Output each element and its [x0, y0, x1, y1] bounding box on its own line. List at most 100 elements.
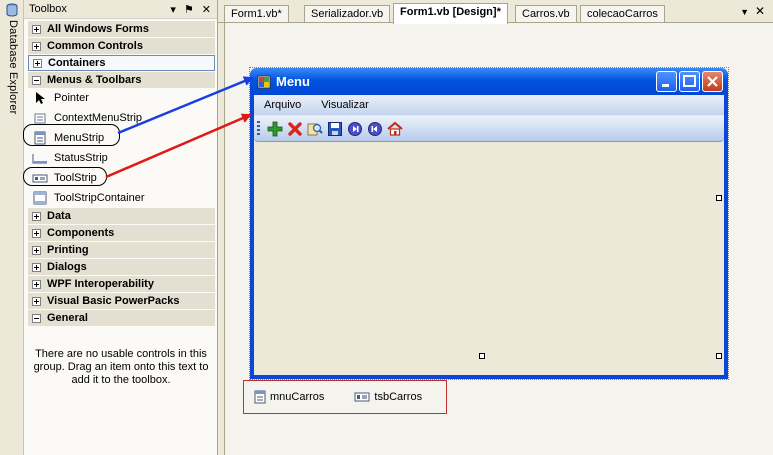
- category-label: Menus & Toolbars: [47, 74, 142, 86]
- expand-plus-icon[interactable]: [32, 262, 41, 272]
- home-icon: [387, 121, 403, 136]
- tab-carros-vb[interactable]: Carros.vb: [515, 5, 577, 23]
- category-wpf-interoperability[interactable]: WPF Interoperability: [28, 276, 215, 292]
- category-menus-toolbars[interactable]: Menus & Toolbars: [28, 72, 215, 88]
- tool-strip[interactable]: [254, 116, 724, 142]
- menustrip-highlight-ring: [23, 124, 120, 146]
- toolstrip-icon: [354, 392, 370, 402]
- category-label: Visual Basic PowerPacks: [47, 295, 180, 307]
- toolbox-close-button[interactable]: ✕: [202, 3, 211, 16]
- menu-item-arquivo[interactable]: Arquivo: [254, 99, 311, 111]
- category-label: Components: [47, 227, 115, 239]
- database-explorer-label[interactable]: Database Explorer: [3, 20, 19, 115]
- category-general[interactable]: General: [28, 310, 215, 326]
- toolbox-item-toolstripcontainer[interactable]: ToolStripContainer: [32, 189, 145, 207]
- category-visual-basic-powerpacks[interactable]: Visual Basic PowerPacks: [28, 293, 215, 309]
- expand-plus-icon[interactable]: [32, 41, 41, 51]
- category-printing[interactable]: Printing: [28, 242, 215, 258]
- category-label: All Windows Forms: [47, 23, 149, 35]
- component-tray: mnuCarros tsbCarros: [243, 380, 447, 414]
- resize-handle-bottom[interactable]: [479, 353, 485, 359]
- tray-item-tsbcarros[interactable]: tsbCarros: [354, 391, 422, 403]
- category-dialogs[interactable]: Dialogs: [28, 259, 215, 275]
- previous-icon: [368, 121, 382, 136]
- tab-form1-vb[interactable]: Form1.vb*: [224, 5, 289, 23]
- tab-serializador-vb[interactable]: Serializador.vb: [304, 5, 391, 23]
- toolbox-title-bar: Toolbox ▾ ⚑ ✕: [24, 0, 217, 19]
- database-explorer-strip[interactable]: Database Explorer: [0, 0, 24, 455]
- category-common-controls[interactable]: Common Controls: [28, 38, 215, 54]
- expand-plus-icon[interactable]: [32, 211, 41, 221]
- expand-plus-icon[interactable]: [32, 296, 41, 306]
- maximize-button[interactable]: [679, 71, 700, 92]
- tab-form1-design[interactable]: Form1.vb [Design]*: [393, 3, 508, 24]
- form-app-icon: [257, 75, 271, 88]
- category-components[interactable]: Components: [28, 225, 215, 241]
- collapse-minus-icon[interactable]: [32, 75, 41, 85]
- form-selection-border[interactable]: Menu Arquivo Visualizar: [249, 67, 729, 380]
- close-button[interactable]: [702, 71, 723, 92]
- toolbox-title: Toolbox: [29, 3, 67, 15]
- toolbox-panel: Toolbox ▾ ⚑ ✕ All Windows Forms Common C…: [23, 0, 218, 455]
- previous-button[interactable]: [365, 119, 385, 139]
- category-label: Containers: [48, 57, 106, 69]
- category-data[interactable]: Data: [28, 208, 215, 224]
- resize-handle-right[interactable]: [716, 195, 722, 201]
- form-title: Menu: [276, 74, 310, 89]
- resize-handle-bottom-right[interactable]: [716, 353, 722, 359]
- document-tabs: Form1.vb* Serializador.vb Form1.vb [Desi…: [218, 3, 773, 24]
- save-icon: [328, 121, 342, 136]
- auto-hide-pin-button[interactable]: ⚑: [184, 3, 194, 16]
- next-icon: [348, 121, 362, 136]
- expand-plus-icon[interactable]: [32, 228, 41, 238]
- category-label: Dialogs: [47, 261, 87, 273]
- search-icon: [307, 123, 323, 135]
- home-button[interactable]: [385, 119, 405, 139]
- document-area: Form1.vb* Serializador.vb Form1.vb [Desi…: [218, 0, 773, 455]
- toolstrip-grip[interactable]: [257, 120, 260, 137]
- database-icon: [6, 3, 18, 17]
- toolstrip-container-icon: [33, 191, 47, 205]
- delete-icon: [288, 121, 302, 136]
- expand-plus-icon[interactable]: [32, 279, 41, 289]
- close-document-icon[interactable]: ✕: [755, 4, 765, 18]
- add-icon: [267, 121, 283, 136]
- item-label: ContextMenuStrip: [54, 112, 143, 124]
- designer-surface[interactable]: Menu Arquivo Visualizar mnuCarros tsbCar…: [224, 23, 773, 455]
- general-empty-message: There are no usable controls in this gro…: [33, 348, 209, 386]
- delete-button[interactable]: [285, 119, 305, 139]
- next-button[interactable]: [345, 119, 365, 139]
- menu-item-visualizar[interactable]: Visualizar: [311, 99, 379, 111]
- toolstrip-highlight-ring: [23, 167, 107, 186]
- item-label: StatusStrip: [54, 152, 108, 164]
- active-files-dropdown-icon[interactable]: ▼: [740, 7, 749, 17]
- collapse-minus-icon[interactable]: [32, 313, 41, 323]
- search-button[interactable]: [305, 119, 325, 139]
- toolbox-item-statusstrip[interactable]: StatusStrip: [32, 149, 108, 167]
- category-containers[interactable]: Containers: [28, 55, 215, 71]
- pointer-icon: [36, 92, 45, 104]
- close-icon: [707, 76, 718, 87]
- minimize-button[interactable]: [656, 71, 677, 92]
- category-all-windows-forms[interactable]: All Windows Forms: [28, 21, 215, 37]
- expand-plus-icon[interactable]: [32, 24, 41, 34]
- form-window[interactable]: Menu Arquivo Visualizar: [250, 68, 728, 379]
- tray-item-mnucarros[interactable]: mnuCarros: [254, 390, 324, 404]
- add-button[interactable]: [265, 119, 285, 139]
- minimize-icon: [662, 84, 669, 87]
- statusstrip-icon: [32, 154, 47, 164]
- menu-strip[interactable]: Arquivo Visualizar: [254, 95, 724, 115]
- expand-plus-icon[interactable]: [32, 245, 41, 255]
- category-label: Common Controls: [47, 40, 143, 52]
- tab-colecaocarros[interactable]: colecaoCarros: [580, 5, 665, 23]
- save-button[interactable]: [325, 119, 345, 139]
- toolbox-item-pointer[interactable]: Pointer: [32, 89, 89, 107]
- category-label: Data: [47, 210, 71, 222]
- category-label: WPF Interoperability: [47, 278, 154, 290]
- window-position-button[interactable]: ▾: [170, 3, 176, 16]
- expand-plus-icon[interactable]: [33, 58, 42, 68]
- maximize-icon: [683, 75, 696, 87]
- category-label: Printing: [47, 244, 89, 256]
- form-client-area[interactable]: Arquivo Visualizar: [254, 95, 724, 375]
- item-label: Pointer: [54, 92, 89, 104]
